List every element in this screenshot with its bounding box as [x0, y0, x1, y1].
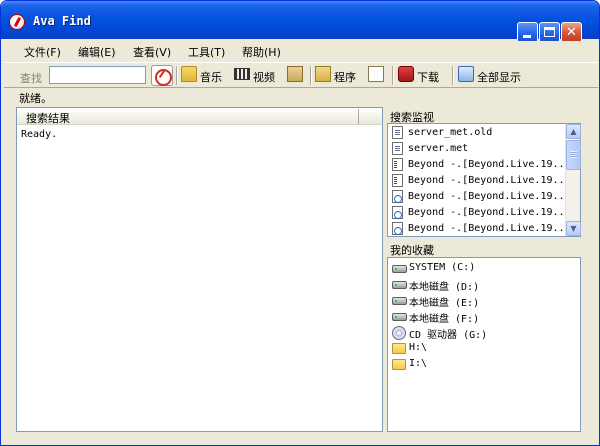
- media-file-icon: [392, 158, 403, 171]
- list-item[interactable]: Beyond -.[Beyond.Live.19...: [392, 173, 571, 189]
- status-text: 就绪。: [19, 92, 52, 105]
- scroll-down-button[interactable]: ▼: [566, 221, 581, 236]
- audio-file-icon: [392, 190, 403, 203]
- document-icon: [392, 142, 403, 155]
- maximize-button[interactable]: [539, 22, 560, 43]
- music-label: 音乐: [200, 71, 222, 84]
- menu-edit[interactable]: 编辑(E): [78, 44, 116, 60]
- list-item[interactable]: CD 驱动器 (G:): [392, 324, 572, 341]
- hard-drive-icon: [392, 313, 407, 321]
- menu-view[interactable]: 查看(V): [133, 44, 171, 60]
- document-icon: [392, 126, 403, 139]
- search-go-button[interactable]: [151, 65, 173, 86]
- menu-bar: 文件(F) 编辑(E) 查看(V) 工具(T) 帮助(H): [4, 41, 598, 61]
- list-item[interactable]: 本地磁盘 (D:): [392, 276, 572, 293]
- chevron-down-icon: ▼: [570, 224, 577, 233]
- show-all-icon: [458, 66, 474, 82]
- show-all-label: 全部显示: [477, 71, 521, 84]
- audio-file-icon: [392, 206, 403, 219]
- video-label: 视频: [253, 71, 275, 84]
- hard-drive-icon: [392, 265, 407, 273]
- cd-drive-icon: [392, 326, 406, 340]
- folder-icon: [392, 343, 406, 354]
- search-input[interactable]: [49, 66, 146, 84]
- search-go-icon: [158, 70, 166, 78]
- chevron-up-icon: ▲: [570, 127, 577, 136]
- results-column-header[interactable]: 搜索结果: [17, 108, 382, 125]
- list-item[interactable]: 本地磁盘 (F:): [392, 308, 572, 325]
- show-all-button[interactable]: 全部显示: [458, 65, 530, 86]
- minimize-icon: [523, 35, 531, 38]
- media-file-icon: [392, 174, 403, 187]
- program-folder-icon: [315, 66, 331, 82]
- list-item[interactable]: 本地磁盘 (E:): [392, 292, 572, 309]
- minimize-button[interactable]: [517, 22, 538, 43]
- menu-file[interactable]: 文件(F): [24, 44, 61, 60]
- toolbar-separator: [310, 66, 312, 85]
- hard-drive-icon: [392, 281, 407, 289]
- toolbar-separator: [392, 66, 394, 85]
- menu-help[interactable]: 帮助(H): [242, 44, 281, 60]
- archive-button[interactable]: [287, 65, 307, 86]
- title-bar[interactable]: Ava Find ✕: [1, 1, 599, 43]
- programs-label: 程序: [334, 71, 356, 84]
- list-item[interactable]: Beyond -.[Beyond.Live.19...: [392, 189, 571, 205]
- folder-icon: [392, 359, 406, 370]
- menu-tools[interactable]: 工具(T): [188, 44, 225, 60]
- toolbar-separator: [452, 66, 454, 85]
- toolbar-separator: [176, 66, 178, 85]
- list-item[interactable]: Beyond -.[Beyond.Live.19...: [392, 205, 571, 221]
- window-title: Ava Find: [33, 14, 91, 28]
- results-status-text: Ready.: [21, 129, 58, 140]
- download-icon: [398, 66, 414, 82]
- archive-icon: [287, 66, 303, 82]
- close-icon: ✕: [566, 25, 577, 40]
- audio-file-icon: [392, 222, 403, 235]
- search-monitor-list[interactable]: server_met.old server.met Beyond -.[Beyo…: [387, 123, 581, 237]
- list-item[interactable]: server_met.old: [392, 125, 562, 141]
- list-item[interactable]: SYSTEM (C:): [392, 260, 572, 276]
- list-item[interactable]: H:\: [392, 340, 572, 356]
- list-item[interactable]: Beyond -.[Beyond.Live.19...: [392, 157, 571, 173]
- film-icon: [234, 68, 250, 80]
- favorites-title: 我的收藏: [390, 244, 434, 257]
- app-icon[interactable]: [9, 14, 25, 30]
- toolbar: 查找 音乐 视频 程序 下载 全部显示: [4, 62, 598, 88]
- app-window: Ava Find ✕ 文件(F) 编辑(E) 查看(V) 工具(T) 帮助(H)…: [0, 0, 600, 446]
- results-header-label: 搜索结果: [26, 112, 70, 125]
- scroll-up-button[interactable]: ▲: [566, 124, 581, 139]
- maximize-icon: [544, 27, 555, 37]
- hard-drive-icon: [392, 297, 407, 305]
- scroll-thumb[interactable]: [566, 140, 581, 170]
- downloads-button[interactable]: 下载: [398, 65, 446, 86]
- search-label: 查找: [20, 72, 42, 85]
- monitor-scrollbar[interactable]: ▲ ▼: [565, 124, 581, 236]
- downloads-label: 下载: [417, 71, 439, 84]
- close-button[interactable]: ✕: [561, 22, 582, 43]
- favorites-list[interactable]: SYSTEM (C:) 本地磁盘 (D:) 本地磁盘 (E:) 本地磁盘 (F:…: [387, 257, 581, 432]
- music-button[interactable]: 音乐: [181, 65, 229, 86]
- document-icon: [368, 66, 384, 82]
- list-item[interactable]: server.met: [392, 141, 562, 157]
- documents-button[interactable]: [368, 65, 388, 86]
- music-folder-icon: [181, 66, 197, 82]
- video-button[interactable]: 视频: [234, 65, 282, 86]
- column-divider[interactable]: [358, 109, 359, 124]
- search-results-panel[interactable]: 搜索结果 Ready.: [16, 107, 383, 432]
- list-item[interactable]: I:\: [392, 356, 572, 372]
- list-item[interactable]: Beyond -.[Beyond.Live.19...: [392, 221, 571, 237]
- programs-button[interactable]: 程序: [315, 65, 363, 86]
